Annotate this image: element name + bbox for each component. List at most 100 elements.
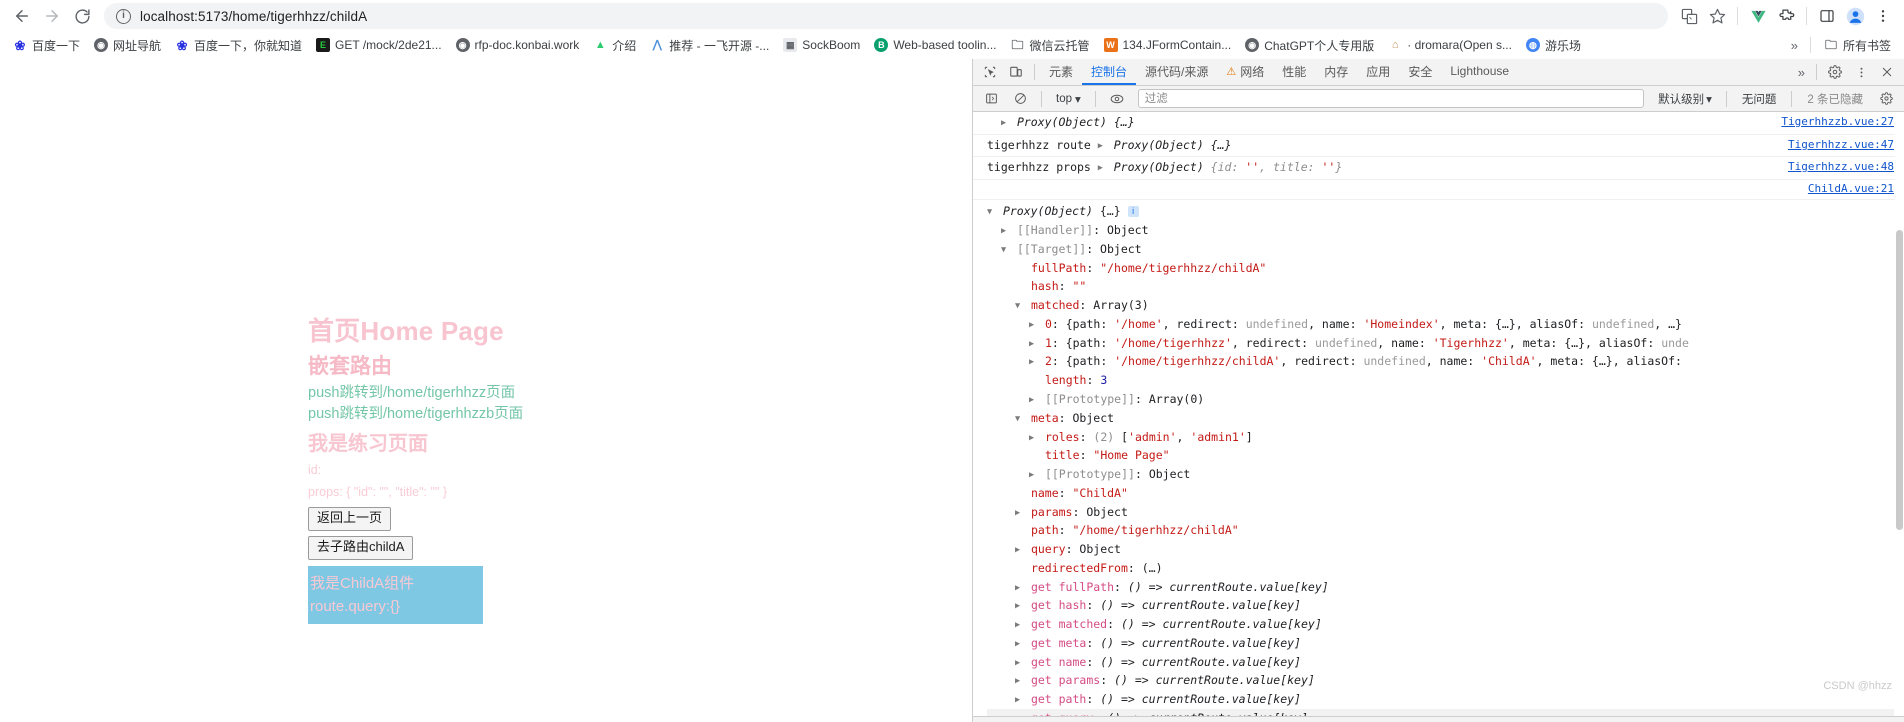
console-level-selector[interactable]: 默认级别 ▾ bbox=[1652, 91, 1718, 107]
tree-node[interactable]: ▶ get fullPath: () => currentRoute.value… bbox=[987, 578, 1894, 597]
tree-node[interactable]: ▼ [[Target]]: Object bbox=[987, 240, 1894, 259]
inspect-element-icon[interactable] bbox=[977, 61, 1003, 84]
push-link-tigerhhzz[interactable]: push跳转到/home/tigerhhzz页面 bbox=[308, 384, 972, 403]
profile-icon[interactable] bbox=[1842, 3, 1868, 29]
console-issues-label[interactable]: 无问题 bbox=[1735, 91, 1784, 107]
tree-node[interactable]: ▶ name: "ChildA" bbox=[987, 484, 1894, 503]
vue-devtools-icon[interactable] bbox=[1745, 3, 1771, 29]
devtools-tab-0[interactable]: 元素 bbox=[1040, 59, 1082, 85]
object-tree[interactable]: ▼ Proxy(Object) {…} i ▶ [[Handler]]: Obje… bbox=[973, 200, 1904, 716]
tree-node[interactable]: ▶ [[Handler]]: Object bbox=[987, 221, 1894, 240]
translate-icon[interactable] bbox=[1676, 3, 1702, 29]
bookmark-item-3[interactable]: E GET /mock/2de21... bbox=[309, 35, 449, 55]
bookmark-item-11[interactable]: ◉ ChatGPT个人专用版 bbox=[1238, 34, 1381, 57]
bookmarks-overflow-chevron[interactable]: » bbox=[1785, 36, 1804, 55]
close-icon[interactable] bbox=[1874, 61, 1900, 84]
bookmark-item-12[interactable]: ⌂ · dromara(Open s... bbox=[1381, 35, 1519, 55]
disclosure-arrow[interactable]: ▶ bbox=[1015, 638, 1024, 652]
disclosure-arrow[interactable]: ▶ bbox=[1015, 507, 1024, 521]
devtools-tabs-overflow[interactable]: » bbox=[1792, 63, 1811, 82]
disclosure-arrow[interactable]: ▶ bbox=[1029, 394, 1038, 408]
bookmark-item-8[interactable]: B Web-based toolin... bbox=[867, 35, 1003, 55]
disclosure-arrow[interactable]: ▶ bbox=[1001, 116, 1010, 130]
tree-node[interactable]: ▶ roles: (2) ['admin', 'admin1'] bbox=[987, 428, 1894, 447]
console-scrollbar-thumb[interactable] bbox=[1896, 230, 1903, 530]
gear-icon[interactable] bbox=[1822, 61, 1848, 84]
console-hidden-count[interactable]: 2 条已隐藏 bbox=[1800, 91, 1870, 107]
disclosure-arrow[interactable]: ▶ bbox=[1015, 544, 1024, 558]
console-settings-icon[interactable] bbox=[1873, 87, 1899, 110]
tree-node[interactable]: ▶ length: 3 bbox=[987, 371, 1894, 390]
tree-node[interactable]: ▶ title: "Home Page" bbox=[987, 446, 1894, 465]
source-link[interactable]: Tigerhhzz.vue:47 bbox=[1788, 136, 1894, 155]
disclosure-arrow[interactable]: ▶ bbox=[1015, 713, 1024, 716]
bookmark-item-9[interactable]: 🗀 微信云托管 bbox=[1003, 34, 1096, 57]
disclosure-arrow[interactable]: ▶ bbox=[1029, 319, 1038, 333]
devtools-tab-1[interactable]: 控制台 bbox=[1082, 59, 1137, 85]
disclosure-arrow[interactable]: ▶ bbox=[1029, 469, 1038, 483]
disclosure-arrow[interactable]: ▶ bbox=[1015, 675, 1024, 689]
devtools-tab-4[interactable]: 性能 bbox=[1273, 59, 1315, 85]
bookmark-item-6[interactable]: ⋀ 推荐 - 一飞开源 -... bbox=[643, 34, 776, 57]
disclosure-arrow[interactable]: ▶ bbox=[1029, 356, 1038, 370]
tree-node[interactable]: ▶ get path: () => currentRoute.value[key… bbox=[987, 690, 1894, 709]
device-toolbar-icon[interactable] bbox=[1003, 61, 1029, 84]
info-badge-icon[interactable]: i bbox=[1127, 206, 1139, 218]
devtools-tab-5[interactable]: 内存 bbox=[1315, 59, 1357, 85]
devtools-tab-2[interactable]: 源代码/来源 bbox=[1136, 59, 1217, 85]
console-message-row[interactable]: ▶ Proxy(Object) {…} Tigerhhzzb.vue:27 bbox=[973, 112, 1904, 135]
devtools-tab-6[interactable]: 应用 bbox=[1357, 59, 1399, 85]
disclosure-arrow[interactable]: ▶ bbox=[1015, 657, 1024, 671]
console-output[interactable]: ▶ Proxy(Object) {…} Tigerhhzzb.vue:27 tige… bbox=[973, 112, 1904, 716]
tree-node[interactable]: ▼ matched: Array(3) bbox=[987, 296, 1894, 315]
disclosure-arrow[interactable]: ▶ bbox=[1015, 694, 1024, 708]
bookmark-item-0[interactable]: ❀ 百度一下 bbox=[6, 34, 87, 57]
disclosure-arrow[interactable]: ▶ bbox=[1098, 161, 1107, 175]
tree-node[interactable]: ▶ 2: {path: '/home/tigerhhzz/childA', re… bbox=[987, 352, 1894, 371]
back-button[interactable] bbox=[8, 2, 36, 30]
side-panel-icon[interactable] bbox=[1814, 3, 1840, 29]
disclosure-arrow[interactable]: ▶ bbox=[1015, 582, 1024, 596]
tree-node[interactable]: ▶ 0: {path: '/home', redirect: undefined… bbox=[987, 315, 1894, 334]
bookmark-item-7[interactable]: ▦ SockBoom bbox=[776, 35, 867, 55]
tree-node[interactable]: ▶ redirectedFrom: (…) bbox=[987, 559, 1894, 578]
clear-console-icon[interactable] bbox=[1007, 87, 1033, 110]
bookmark-item-10[interactable]: W 134.JFormContain... bbox=[1097, 35, 1239, 55]
go-back-button[interactable]: 返回上一页 bbox=[308, 506, 392, 531]
disclosure-arrow[interactable]: ▶ bbox=[1029, 432, 1038, 446]
tree-node[interactable]: ▶ path: "/home/tigerhhzz/childA" bbox=[987, 521, 1894, 540]
disclosure-arrow[interactable]: ▼ bbox=[987, 206, 996, 220]
tree-node[interactable]: ▶ get name: () => currentRoute.value[key… bbox=[987, 653, 1894, 672]
extensions-icon[interactable] bbox=[1773, 3, 1799, 29]
tree-node[interactable]: ▶ [[Prototype]]: Array(0) bbox=[987, 390, 1894, 409]
source-link[interactable]: Tigerhhzzb.vue:27 bbox=[1781, 113, 1894, 132]
tree-node[interactable]: ▶ get query: () => currentRoute.value[ke… bbox=[987, 709, 1894, 716]
disclosure-arrow[interactable]: ▶ bbox=[1015, 600, 1024, 614]
console-context-selector[interactable]: top ▾ bbox=[1050, 92, 1087, 106]
push-link-tigerhhzzb[interactable]: push跳转到/home/tigerhhzzb页面 bbox=[308, 405, 972, 424]
console-message-row[interactable]: tigerhhzz props ▶ Proxy(Object) {id: '',… bbox=[973, 157, 1904, 180]
chrome-menu-icon[interactable] bbox=[1870, 3, 1896, 29]
devtools-tab-3[interactable]: ⚠ 网络 bbox=[1217, 59, 1273, 85]
console-filter-input[interactable] bbox=[1137, 89, 1645, 108]
tree-node[interactable]: ▼ Proxy(Object) {…} i bbox=[987, 202, 1894, 221]
go-childa-button[interactable]: 去子路由childA bbox=[308, 535, 414, 560]
disclosure-arrow[interactable]: ▼ bbox=[1001, 244, 1010, 258]
bookmark-item-2[interactable]: ❀ 百度一下，你就知道 bbox=[168, 34, 309, 57]
disclosure-arrow[interactable]: ▼ bbox=[1015, 300, 1024, 314]
disclosure-arrow[interactable]: ▶ bbox=[1001, 225, 1010, 239]
kebab-menu-icon[interactable] bbox=[1848, 61, 1874, 84]
disclosure-arrow[interactable]: ▶ bbox=[1029, 338, 1038, 352]
console-message-row[interactable]: tigerhhzz route ▶ Proxy(Object) {…} Tiger… bbox=[973, 135, 1904, 158]
all-bookmarks-button[interactable]: 🗀 所有书签 bbox=[1817, 34, 1898, 57]
tree-node[interactable]: ▶ fullPath: "/home/tigerhhzz/childA" bbox=[987, 259, 1894, 278]
live-expression-icon[interactable] bbox=[1104, 87, 1130, 110]
tree-node[interactable]: ▶ query: Object bbox=[987, 540, 1894, 559]
forward-button[interactable] bbox=[38, 2, 66, 30]
tree-node[interactable]: ▶ get meta: () => currentRoute.value[key… bbox=[987, 634, 1894, 653]
source-link-childa[interactable]: ChildA.vue:21 bbox=[1808, 180, 1894, 199]
source-link[interactable]: Tigerhhzz.vue:48 bbox=[1788, 158, 1894, 177]
disclosure-arrow[interactable]: ▼ bbox=[1015, 413, 1024, 427]
disclosure-arrow[interactable]: ▶ bbox=[1015, 619, 1024, 633]
devtools-tab-7[interactable]: 安全 bbox=[1399, 59, 1441, 85]
